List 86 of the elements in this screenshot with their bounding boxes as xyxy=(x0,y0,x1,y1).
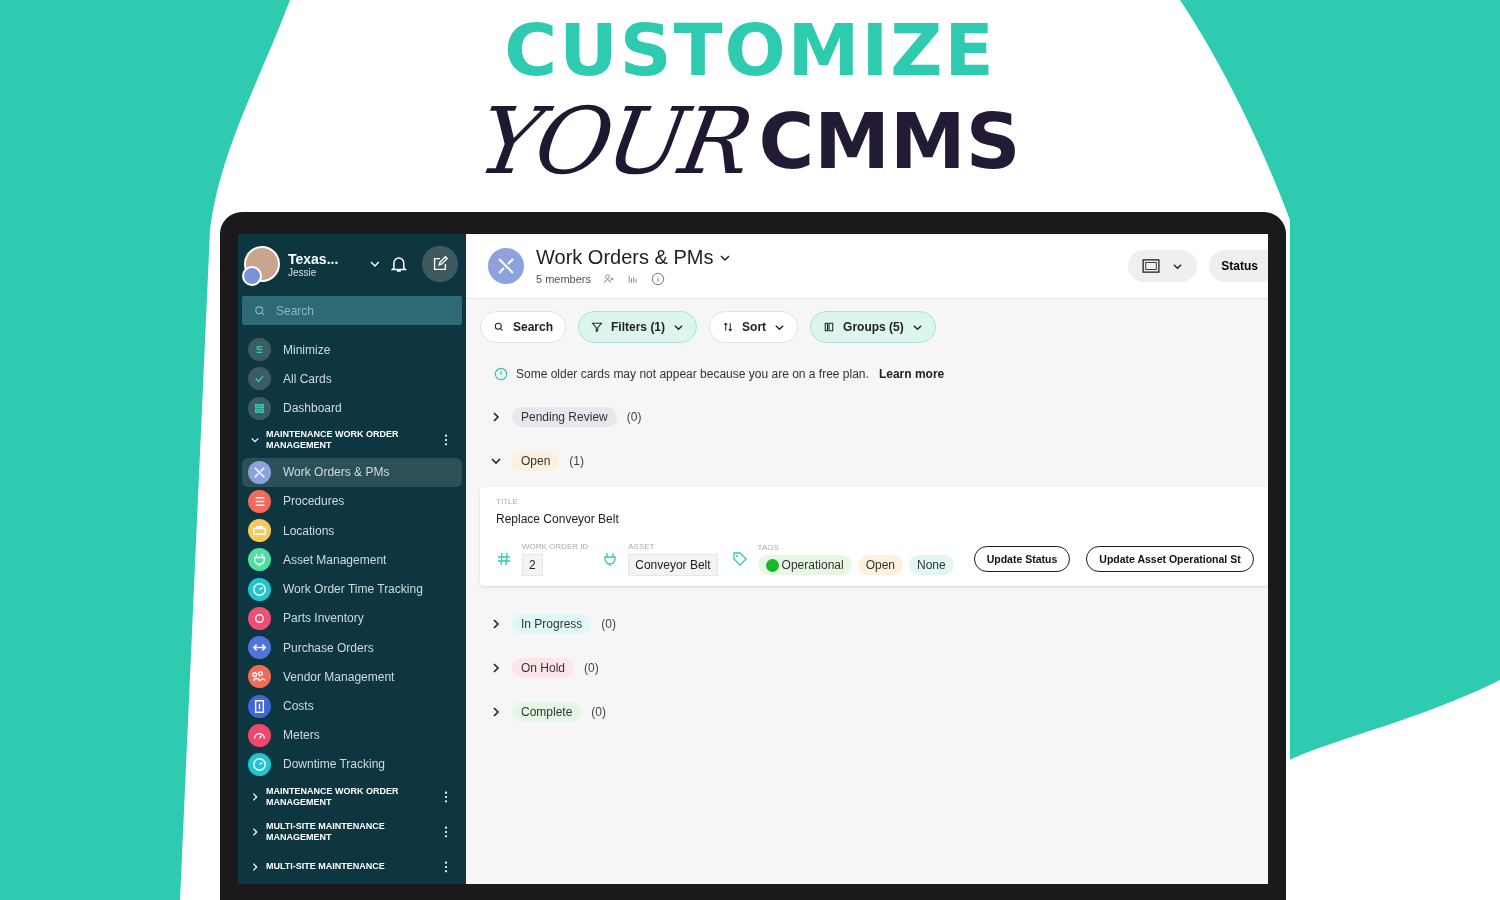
tag: Open xyxy=(857,555,903,575)
card-title: Replace Conveyor Belt xyxy=(496,512,619,526)
edit-icon xyxy=(431,255,450,273)
status-pill: Open xyxy=(512,451,560,471)
sidebar-item[interactable]: Costs xyxy=(242,691,462,721)
menu-item-icon xyxy=(248,338,271,362)
sidebar-item[interactable]: Procedures xyxy=(242,486,462,517)
chevron-right-icon[interactable] xyxy=(490,706,502,718)
field-label: ASSET xyxy=(628,542,655,551)
notice-text: Some older cards may not appear because you are on a free plan. xyxy=(516,367,869,381)
toolbar-button[interactable]: Groups (5) xyxy=(810,311,936,343)
plug-icon xyxy=(602,551,619,567)
sidebar-item[interactable]: Asset Management xyxy=(242,545,462,575)
group-count: (0) xyxy=(601,617,617,631)
headline-text: CUSTOMIZE xyxy=(504,7,996,94)
menu-item-icon xyxy=(248,396,271,420)
status-pill: In Progress xyxy=(512,614,592,634)
chevron-right-icon[interactable] xyxy=(490,411,502,423)
status-button[interactable]: Status xyxy=(1209,250,1268,282)
info-icon[interactable] xyxy=(651,272,666,286)
columns-icon xyxy=(823,321,836,333)
status-pill: Pending Review xyxy=(512,407,617,427)
search-icon xyxy=(493,321,505,333)
tag: Operational xyxy=(757,555,852,575)
tag-icon xyxy=(731,551,748,567)
section-heading[interactable]: MULTI-SITE MAINTENANCE xyxy=(266,861,426,873)
action-button[interactable]: Update Status xyxy=(973,546,1071,572)
chevron-right-icon[interactable] xyxy=(490,662,502,674)
more-options-icon[interactable] xyxy=(444,860,448,873)
field-label: TITLE xyxy=(496,497,518,506)
field-value: 2 xyxy=(522,554,543,576)
edit-button[interactable] xyxy=(422,246,458,282)
headline-text: CMMS xyxy=(758,96,1021,188)
sort-icon xyxy=(722,321,735,333)
bell-icon[interactable] xyxy=(388,254,409,274)
action-button[interactable]: Update Asset Operational St xyxy=(1086,546,1254,572)
more-options-icon[interactable] xyxy=(444,790,448,803)
group-count: (0) xyxy=(584,661,599,675)
section-heading[interactable]: MULTI-SITE MAINTENANCE MANAGEMENT xyxy=(266,820,426,843)
sidebar-item[interactable]: Meters xyxy=(242,720,462,750)
group-count: (0) xyxy=(591,705,607,719)
tag: None xyxy=(909,555,954,575)
window-icon xyxy=(1142,259,1161,273)
sidebar-item[interactable]: Parts Inventory xyxy=(242,603,462,633)
toolbar-button[interactable]: Filters (1) xyxy=(578,311,698,343)
script-headline-word: YOUR xyxy=(470,92,756,192)
toolbar-button[interactable]: Search xyxy=(480,311,567,343)
group-count: (0) xyxy=(626,410,642,424)
chevron-right-icon[interactable] xyxy=(490,618,502,630)
work-order-card[interactable]: TITLE Replace Conveyor Belt WORK ORDER ID 2 ASSET Conveyor Belt TAGS Operational Open None Update Status Update Asset Operational St xyxy=(480,487,1268,586)
section-heading[interactable]: MAINTENANCE WORK ORDER MANAGEMENT xyxy=(266,785,426,808)
learn-more-link[interactable]: Learn more xyxy=(878,367,945,381)
sidebar-item[interactable]: Work Orders & PMs xyxy=(242,457,462,487)
more-options-icon[interactable] xyxy=(444,825,448,838)
chevron-right-icon[interactable] xyxy=(250,861,260,872)
section-heading[interactable]: MAINTENANCE WORK ORDER MANAGEMENT xyxy=(266,429,426,452)
user-name: Jessie xyxy=(288,266,318,278)
workspace-name[interactable]: Texas... xyxy=(288,250,361,267)
menu-item-icon xyxy=(248,367,271,391)
more-options-icon[interactable] xyxy=(444,434,448,447)
board-title[interactable]: Work Orders & PMs xyxy=(536,246,714,269)
sidebar-item[interactable]: Work Order Time Tracking xyxy=(242,574,462,604)
status-pill: On Hold xyxy=(512,658,575,678)
sidebar-item[interactable]: Vendor Management xyxy=(242,662,462,692)
status-pill: Complete xyxy=(512,702,582,722)
sidebar-item[interactable]: Downtime Tracking xyxy=(242,749,462,780)
info-icon xyxy=(494,367,508,381)
view-toggle-button[interactable] xyxy=(1128,250,1198,282)
field-value: Conveyor Belt xyxy=(628,554,718,576)
sidebar-item[interactable]: Minimize xyxy=(242,335,462,365)
filter-icon xyxy=(591,321,604,333)
hash-icon xyxy=(496,551,512,567)
add-person-icon[interactable] xyxy=(603,273,616,285)
chevron-right-icon[interactable] xyxy=(250,826,260,837)
search-field[interactable]: Search xyxy=(242,296,462,325)
sidebar-item[interactable]: Purchase Orders xyxy=(242,632,462,663)
toolbar-button[interactable]: Sort xyxy=(709,311,799,343)
chevron-down-icon[interactable] xyxy=(490,455,502,467)
sidebar-item[interactable]: Locations xyxy=(242,516,462,546)
sidebar-item[interactable]: All Cards xyxy=(242,364,462,394)
chevron-right-icon[interactable] xyxy=(250,791,260,802)
sidebar-item[interactable]: Dashboard xyxy=(242,393,462,423)
field-label: WORK ORDER ID xyxy=(522,542,589,551)
group-count: (1) xyxy=(569,454,585,468)
member-count[interactable]: 5 members xyxy=(536,273,592,285)
field-label: TAGS xyxy=(757,543,779,552)
